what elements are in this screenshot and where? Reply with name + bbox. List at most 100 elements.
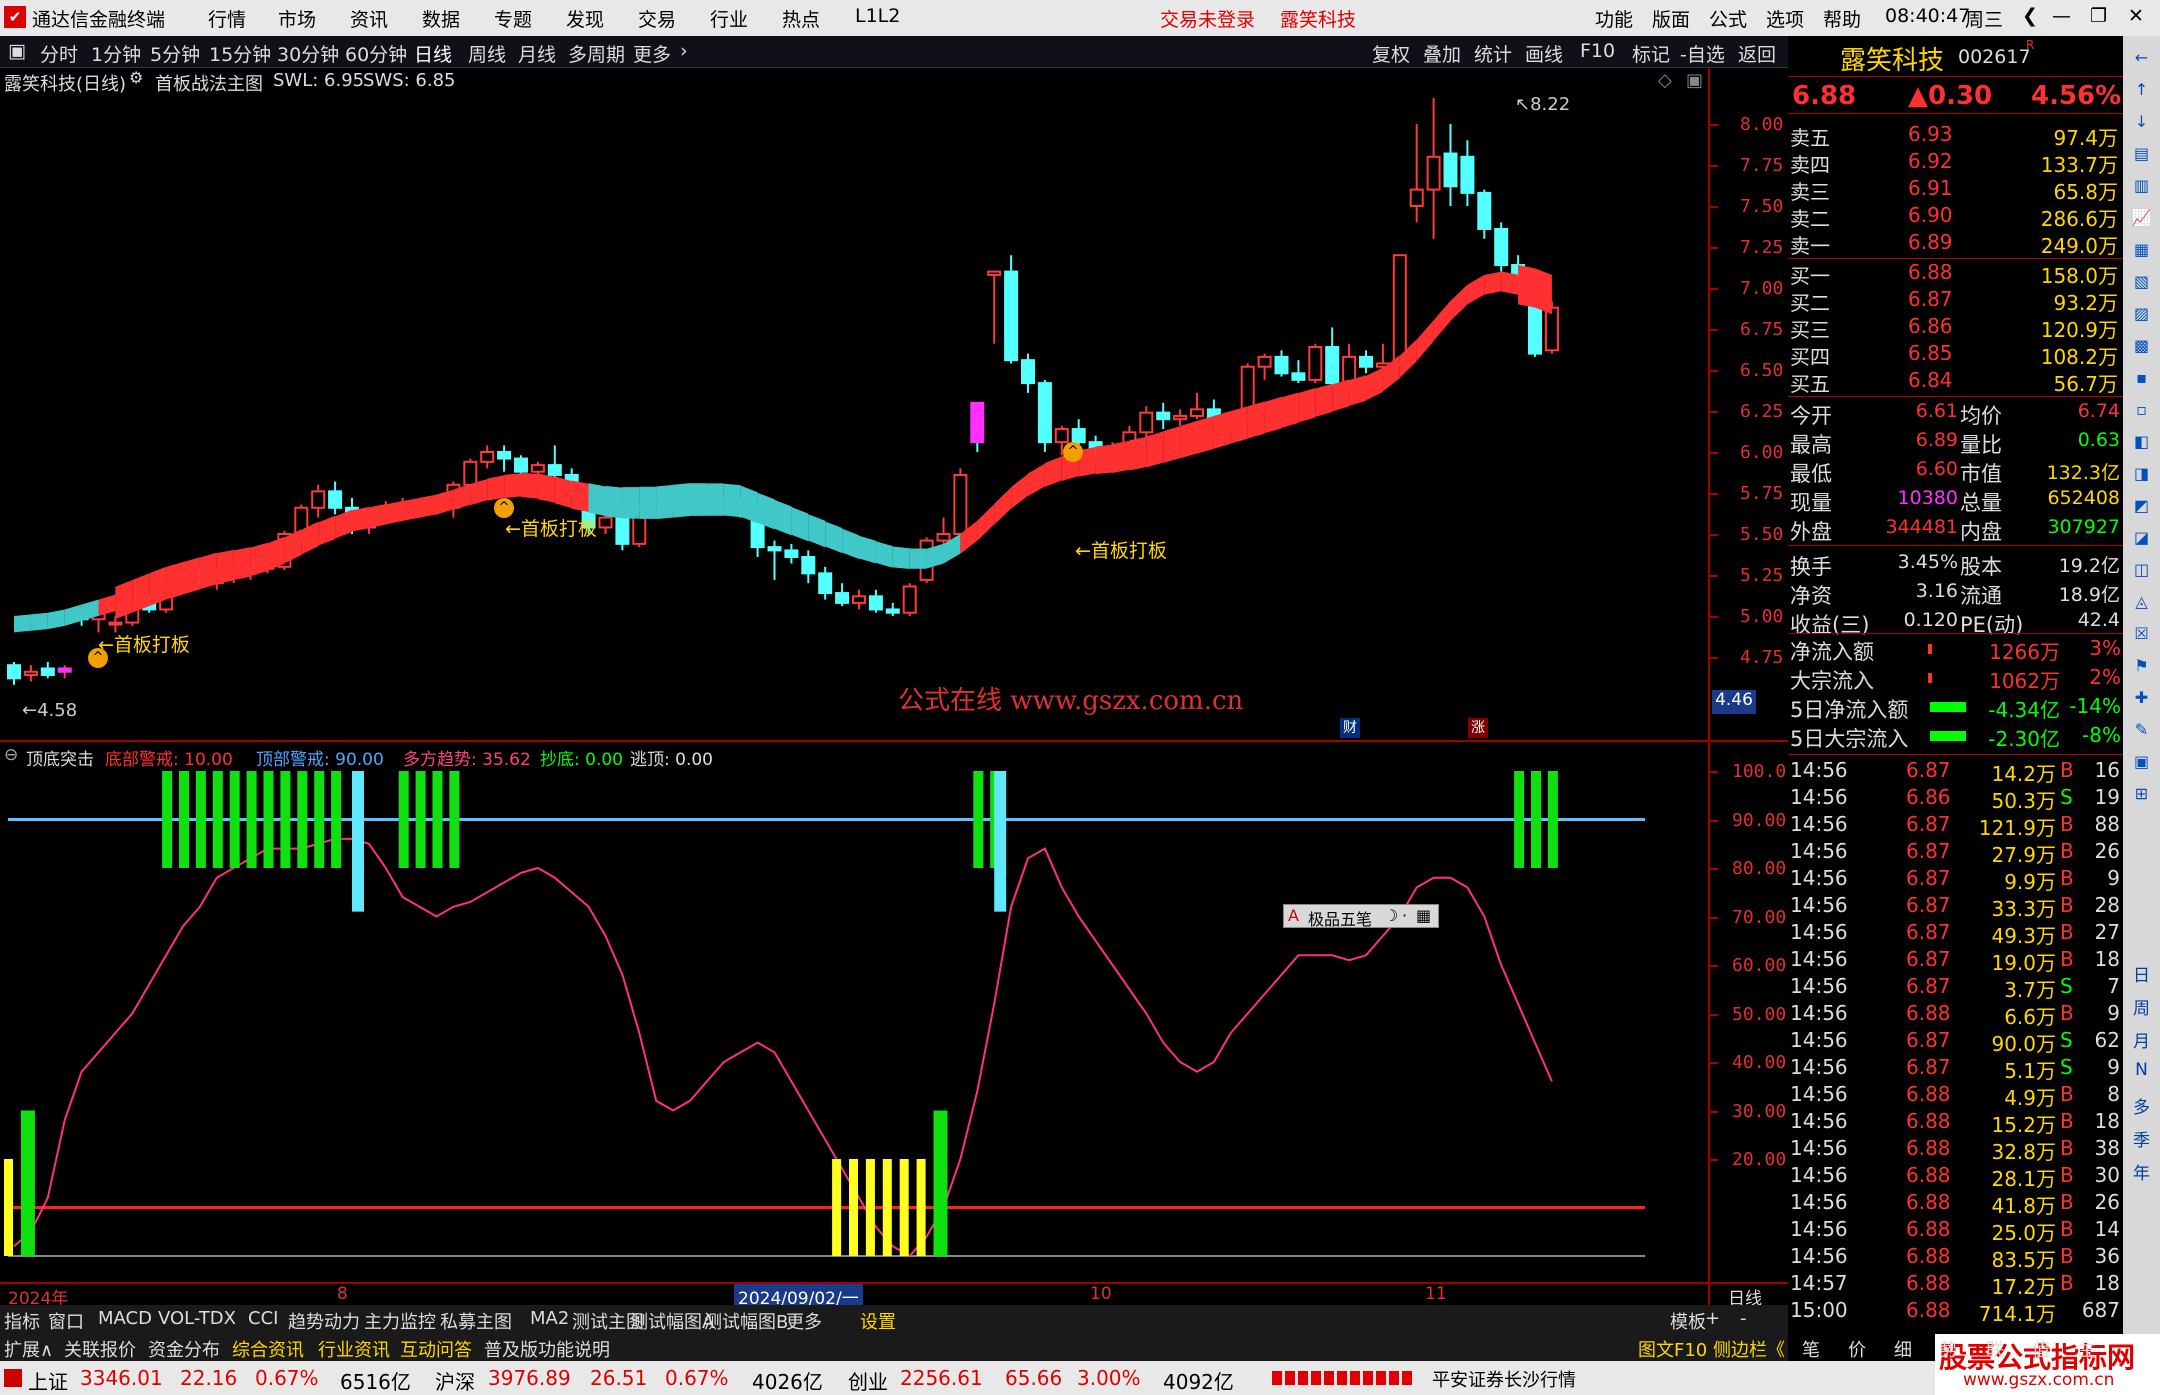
side-tab[interactable]: 图文F10: [1638, 1336, 1707, 1362]
more-chevron-icon[interactable]: ›: [680, 40, 688, 62]
period-tab-1min[interactable]: 1分钟: [91, 40, 141, 67]
extension-tab[interactable]: 互动问答: [400, 1336, 472, 1362]
period-tab-weekly[interactable]: 周线: [468, 40, 506, 67]
tool-mark[interactable]: 标记: [1632, 40, 1670, 67]
period-side-button[interactable]: 周: [2128, 994, 2155, 1021]
side-tool-icon[interactable]: ◧: [2128, 428, 2155, 455]
extension-tab[interactable]: 普及版功能说明: [484, 1336, 610, 1362]
tool-overlay[interactable]: 叠加: [1423, 40, 1461, 67]
menu-item-hot[interactable]: 热点: [782, 5, 820, 32]
extension-tab[interactable]: 关联报价: [64, 1336, 136, 1362]
period-side-button[interactable]: 年: [2128, 1159, 2155, 1186]
side-tool-icon[interactable]: ◩: [2128, 492, 2155, 519]
side-tab[interactable]: 侧边栏《: [1713, 1336, 1785, 1362]
side-tool-icon[interactable]: ←: [2128, 44, 2155, 71]
chart-diamond-icon[interactable]: ◇: [1658, 70, 1672, 91]
side-tool-icon[interactable]: ✎: [2128, 716, 2155, 743]
ime-toolbar[interactable]: A 极品五笔 ☽ · ▦: [1283, 904, 1439, 930]
side-tool-icon[interactable]: ◨: [2128, 460, 2155, 487]
tool-fuquan[interactable]: 复权: [1372, 40, 1410, 67]
side-tab[interactable]: 势: [1940, 1336, 1958, 1362]
indicator-tab[interactable]: 测试幅图A: [630, 1308, 714, 1334]
finance-badge[interactable]: 财: [1340, 718, 1360, 738]
period-tab-15min[interactable]: 15分钟: [209, 40, 271, 67]
side-tool-icon[interactable]: ◬: [2128, 588, 2155, 615]
tool-remove-watch[interactable]: -自选: [1680, 40, 1725, 67]
menu-item-discover[interactable]: 发现: [566, 5, 604, 32]
menu-item-layout[interactable]: 版面: [1652, 5, 1690, 32]
side-tool-icon[interactable]: ◫: [2128, 556, 2155, 583]
indicator-tab-control[interactable]: 模板: [1670, 1308, 1706, 1334]
side-tool-icon[interactable]: ◪: [2128, 524, 2155, 551]
period-tab-daily[interactable]: 日线: [414, 40, 452, 67]
side-tab[interactable]: 值: [2032, 1336, 2050, 1362]
ime-moon-icon[interactable]: ☽: [1384, 906, 1398, 925]
ime-keyboard-icon[interactable]: ▦: [1416, 906, 1431, 925]
menu-item-formula[interactable]: 公式: [1709, 5, 1747, 32]
indicator-tab[interactable]: VOL-TDX: [158, 1308, 236, 1329]
period-tab-more[interactable]: 更多: [633, 40, 671, 67]
period-tab-30min[interactable]: 30分钟: [277, 40, 339, 67]
indicator-tab[interactable]: 窗口: [48, 1308, 84, 1334]
menu-item-news[interactable]: 资讯: [350, 5, 388, 32]
ime-punct-icon[interactable]: ·: [1402, 906, 1407, 925]
menu-item-market[interactable]: 市场: [278, 5, 316, 32]
indicator-toggle-icon[interactable]: ⊖: [4, 745, 18, 765]
main-formula-name[interactable]: 首板战法主图: [155, 70, 263, 96]
side-tool-icon[interactable]: 📈: [2128, 204, 2155, 231]
menu-item-trade[interactable]: 交易: [638, 5, 676, 32]
login-status[interactable]: 交易未登录: [1160, 5, 1255, 32]
ime-name[interactable]: 极品五笔: [1308, 906, 1372, 930]
menu-item-quote[interactable]: 行情: [208, 5, 246, 32]
side-tool-icon[interactable]: ⊞: [2128, 780, 2155, 807]
chart-area[interactable]: [0, 98, 1788, 1305]
side-tool-icon[interactable]: ✚: [2128, 684, 2155, 711]
indicator-tab[interactable]: 指标: [4, 1308, 40, 1334]
indicator-name[interactable]: 顶底突击: [26, 745, 94, 770]
period-tab-intraday[interactable]: 分时: [40, 40, 78, 67]
indicator-tab[interactable]: 主力监控: [364, 1308, 436, 1334]
side-tool-icon[interactable]: ▥: [2128, 172, 2155, 199]
side-tool-icon[interactable]: ▧: [2128, 268, 2155, 295]
menu-item-l1l2[interactable]: L1L2: [855, 5, 900, 27]
side-tab[interactable]: 细: [1894, 1336, 1912, 1362]
indicator-tab-control[interactable]: -: [1740, 1308, 1747, 1329]
extension-tab[interactable]: 行业资讯: [318, 1336, 390, 1362]
limit-up-badge[interactable]: 涨: [1468, 718, 1488, 738]
indicator-tab[interactable]: 更多: [786, 1308, 822, 1334]
minimize-icon[interactable]: —: [2052, 5, 2071, 27]
side-tab[interactable]: 价: [1848, 1336, 1866, 1362]
side-tool-icon[interactable]: ▣: [2128, 748, 2155, 775]
period-side-button[interactable]: 多: [2128, 1093, 2155, 1120]
side-tool-icon[interactable]: ▨: [2128, 300, 2155, 327]
chart-panel-icon[interactable]: ▣: [1686, 70, 1703, 91]
close-icon[interactable]: ✕: [2128, 5, 2144, 27]
menu-item-topic[interactable]: 专题: [494, 5, 532, 32]
indicator-tab[interactable]: 测试幅图B: [704, 1308, 788, 1334]
restore-icon[interactable]: ❐: [2090, 5, 2107, 27]
period-side-button[interactable]: 季: [2128, 1126, 2155, 1153]
indicator-tab[interactable]: 设置: [860, 1308, 896, 1334]
indicator-tab[interactable]: CCI: [248, 1308, 278, 1329]
period-tab-60min[interactable]: 60分钟: [345, 40, 407, 67]
menu-item-help[interactable]: 帮助: [1823, 5, 1861, 32]
index-sh-label[interactable]: 上证: [28, 1366, 68, 1395]
period-tab-5min[interactable]: 5分钟: [150, 40, 200, 67]
ime-a-icon[interactable]: A: [1288, 906, 1299, 925]
side-tab[interactable]: 联: [1986, 1336, 2004, 1362]
period-side-button[interactable]: N: [2128, 1060, 2155, 1087]
indicator-tab[interactable]: MACD: [98, 1308, 152, 1329]
period-side-button[interactable]: 日: [2128, 961, 2155, 988]
indicator-tab-control[interactable]: +: [1705, 1308, 1720, 1329]
side-tool-icon[interactable]: ▩: [2128, 332, 2155, 359]
index-sz-label[interactable]: 沪深: [435, 1366, 475, 1395]
side-tool-icon[interactable]: ▪: [2128, 364, 2155, 391]
index-cy-label[interactable]: 创业: [848, 1366, 888, 1395]
tool-stats[interactable]: 统计: [1474, 40, 1512, 67]
settings-gear-icon[interactable]: ⚙: [129, 68, 143, 87]
menu-item-options[interactable]: 选项: [1766, 5, 1804, 32]
tool-draw[interactable]: 画线: [1525, 40, 1563, 67]
side-tool-icon[interactable]: ▦: [2128, 236, 2155, 263]
indicator-tab[interactable]: MA2: [530, 1308, 569, 1329]
side-tab[interactable]: 笔: [1802, 1336, 1820, 1362]
